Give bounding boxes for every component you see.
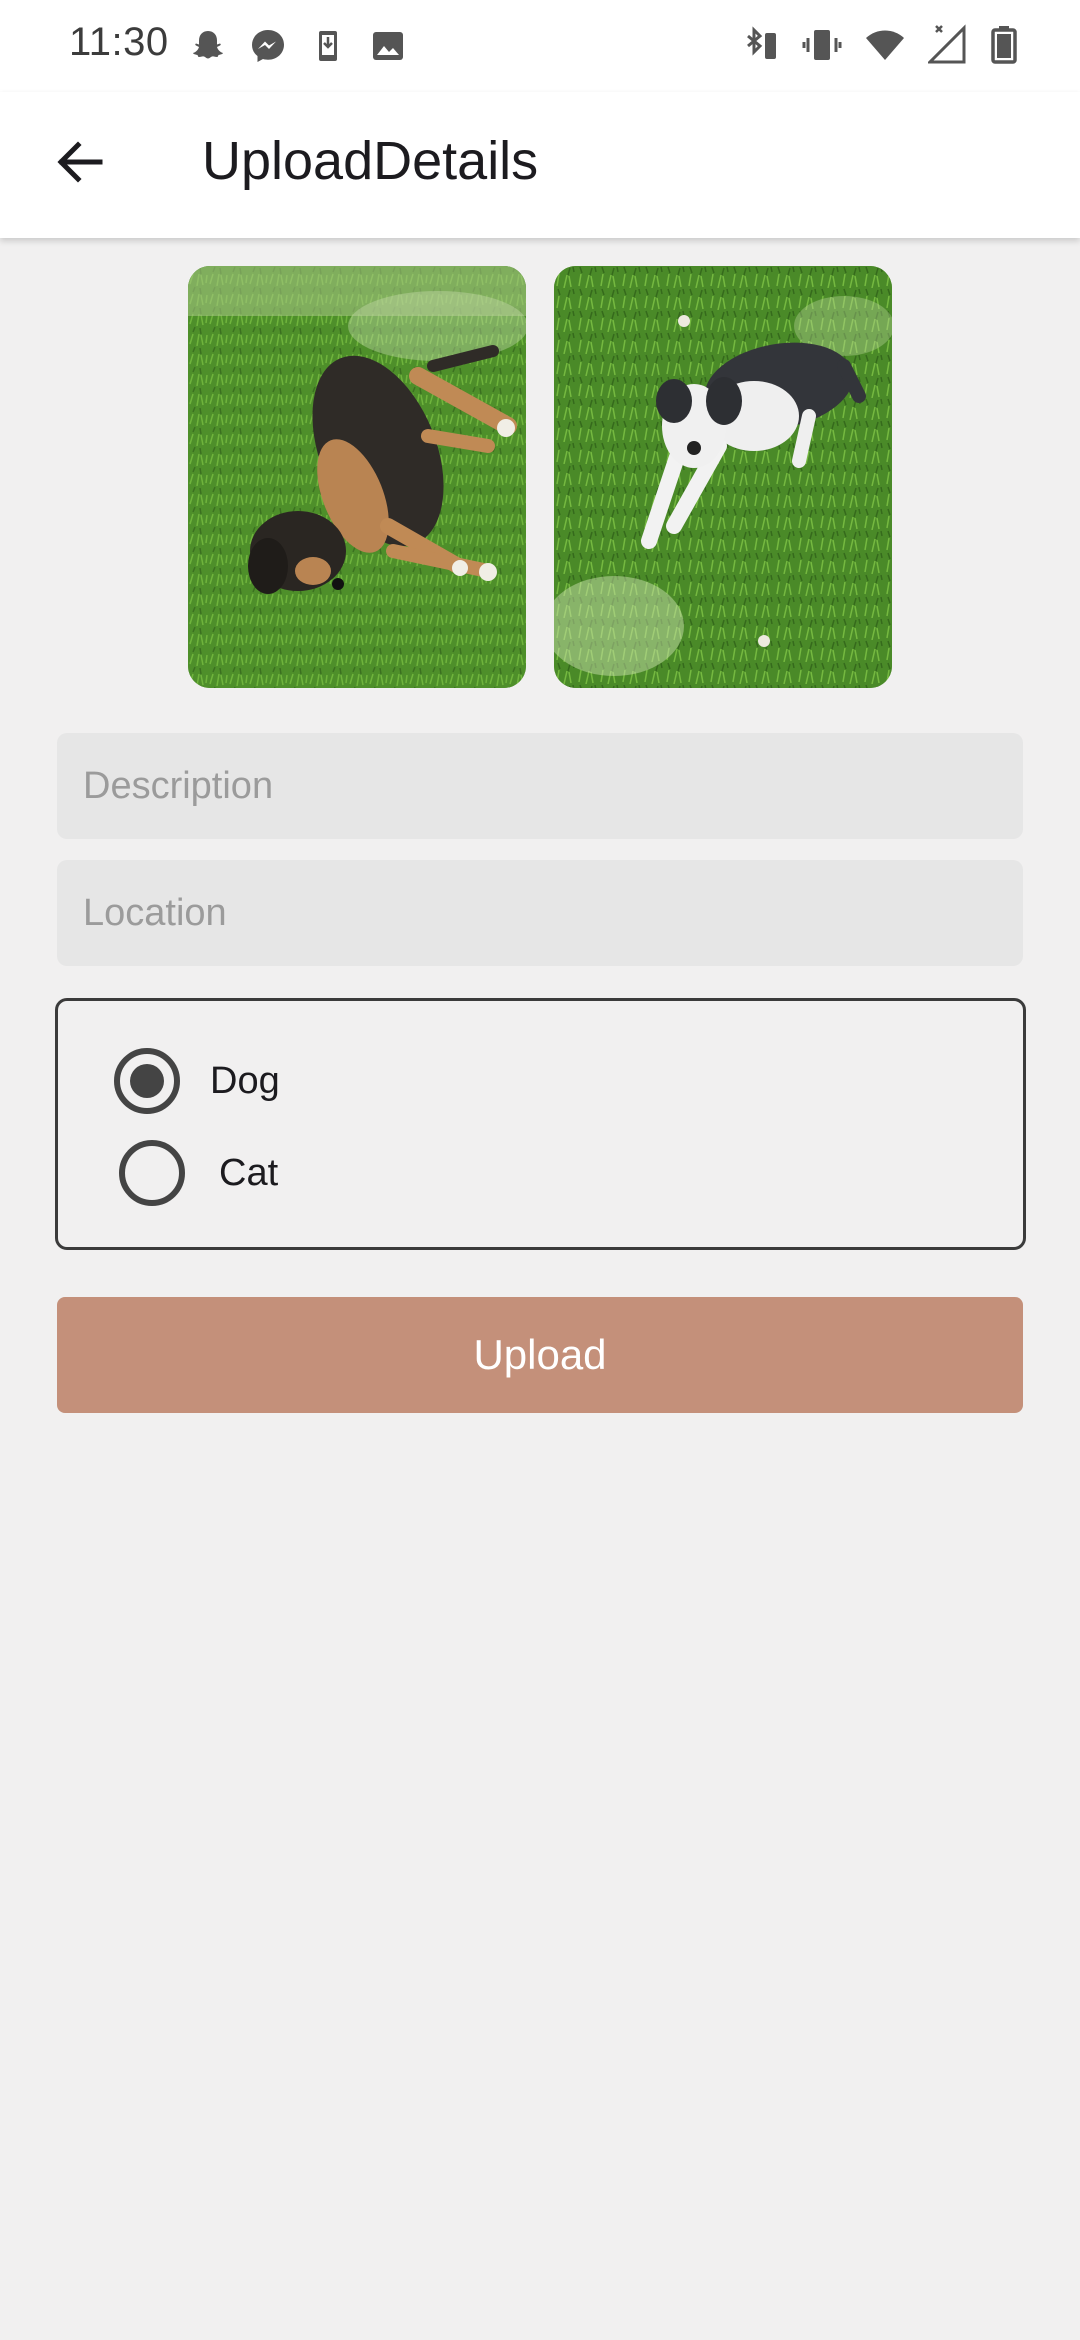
page-title: UploadDetails [202,131,539,191]
snapchat-icon [193,31,223,59]
radio-option-cat[interactable]: Cat [119,1140,278,1206]
upload-button[interactable]: Upload [57,1297,1023,1413]
download-icon [319,31,337,61]
radio-button-cat[interactable] [119,1140,185,1206]
radio-selected-dot [130,1064,164,1098]
dog-photo-2[interactable] [554,266,892,688]
dog-photo-1-image [188,266,526,688]
radio-label-dog: Dog [210,1059,280,1102]
animal-type-radio-group: Dog Cat [55,998,1026,1250]
arrow-back-icon [57,141,103,183]
back-button[interactable] [40,122,120,202]
dog-photo-2-image [554,266,892,688]
battery-icon [991,26,1017,64]
image-icon [373,32,403,60]
location-field[interactable] [57,860,1023,966]
system-icons [740,24,1018,66]
app-bar: UploadDetails [0,92,1080,238]
wifi-icon [866,30,904,60]
description-input[interactable] [83,733,997,839]
radio-label-cat: Cat [219,1151,279,1194]
messenger-icon [252,30,284,62]
location-input[interactable] [83,860,997,966]
radio-button-dog[interactable] [114,1048,180,1114]
dog-photo-1[interactable] [188,266,526,688]
notification-icons [188,26,408,66]
vibrate-icon [802,30,842,60]
description-field[interactable] [57,733,1023,839]
bluetooth-battery-icon [747,26,776,59]
status-bar: 11:30 [0,0,1080,92]
radio-option-dog[interactable]: Dog [114,1048,280,1114]
status-time: 11:30 [69,20,169,64]
photo-gallery [188,266,892,688]
signal-icon [928,24,966,64]
